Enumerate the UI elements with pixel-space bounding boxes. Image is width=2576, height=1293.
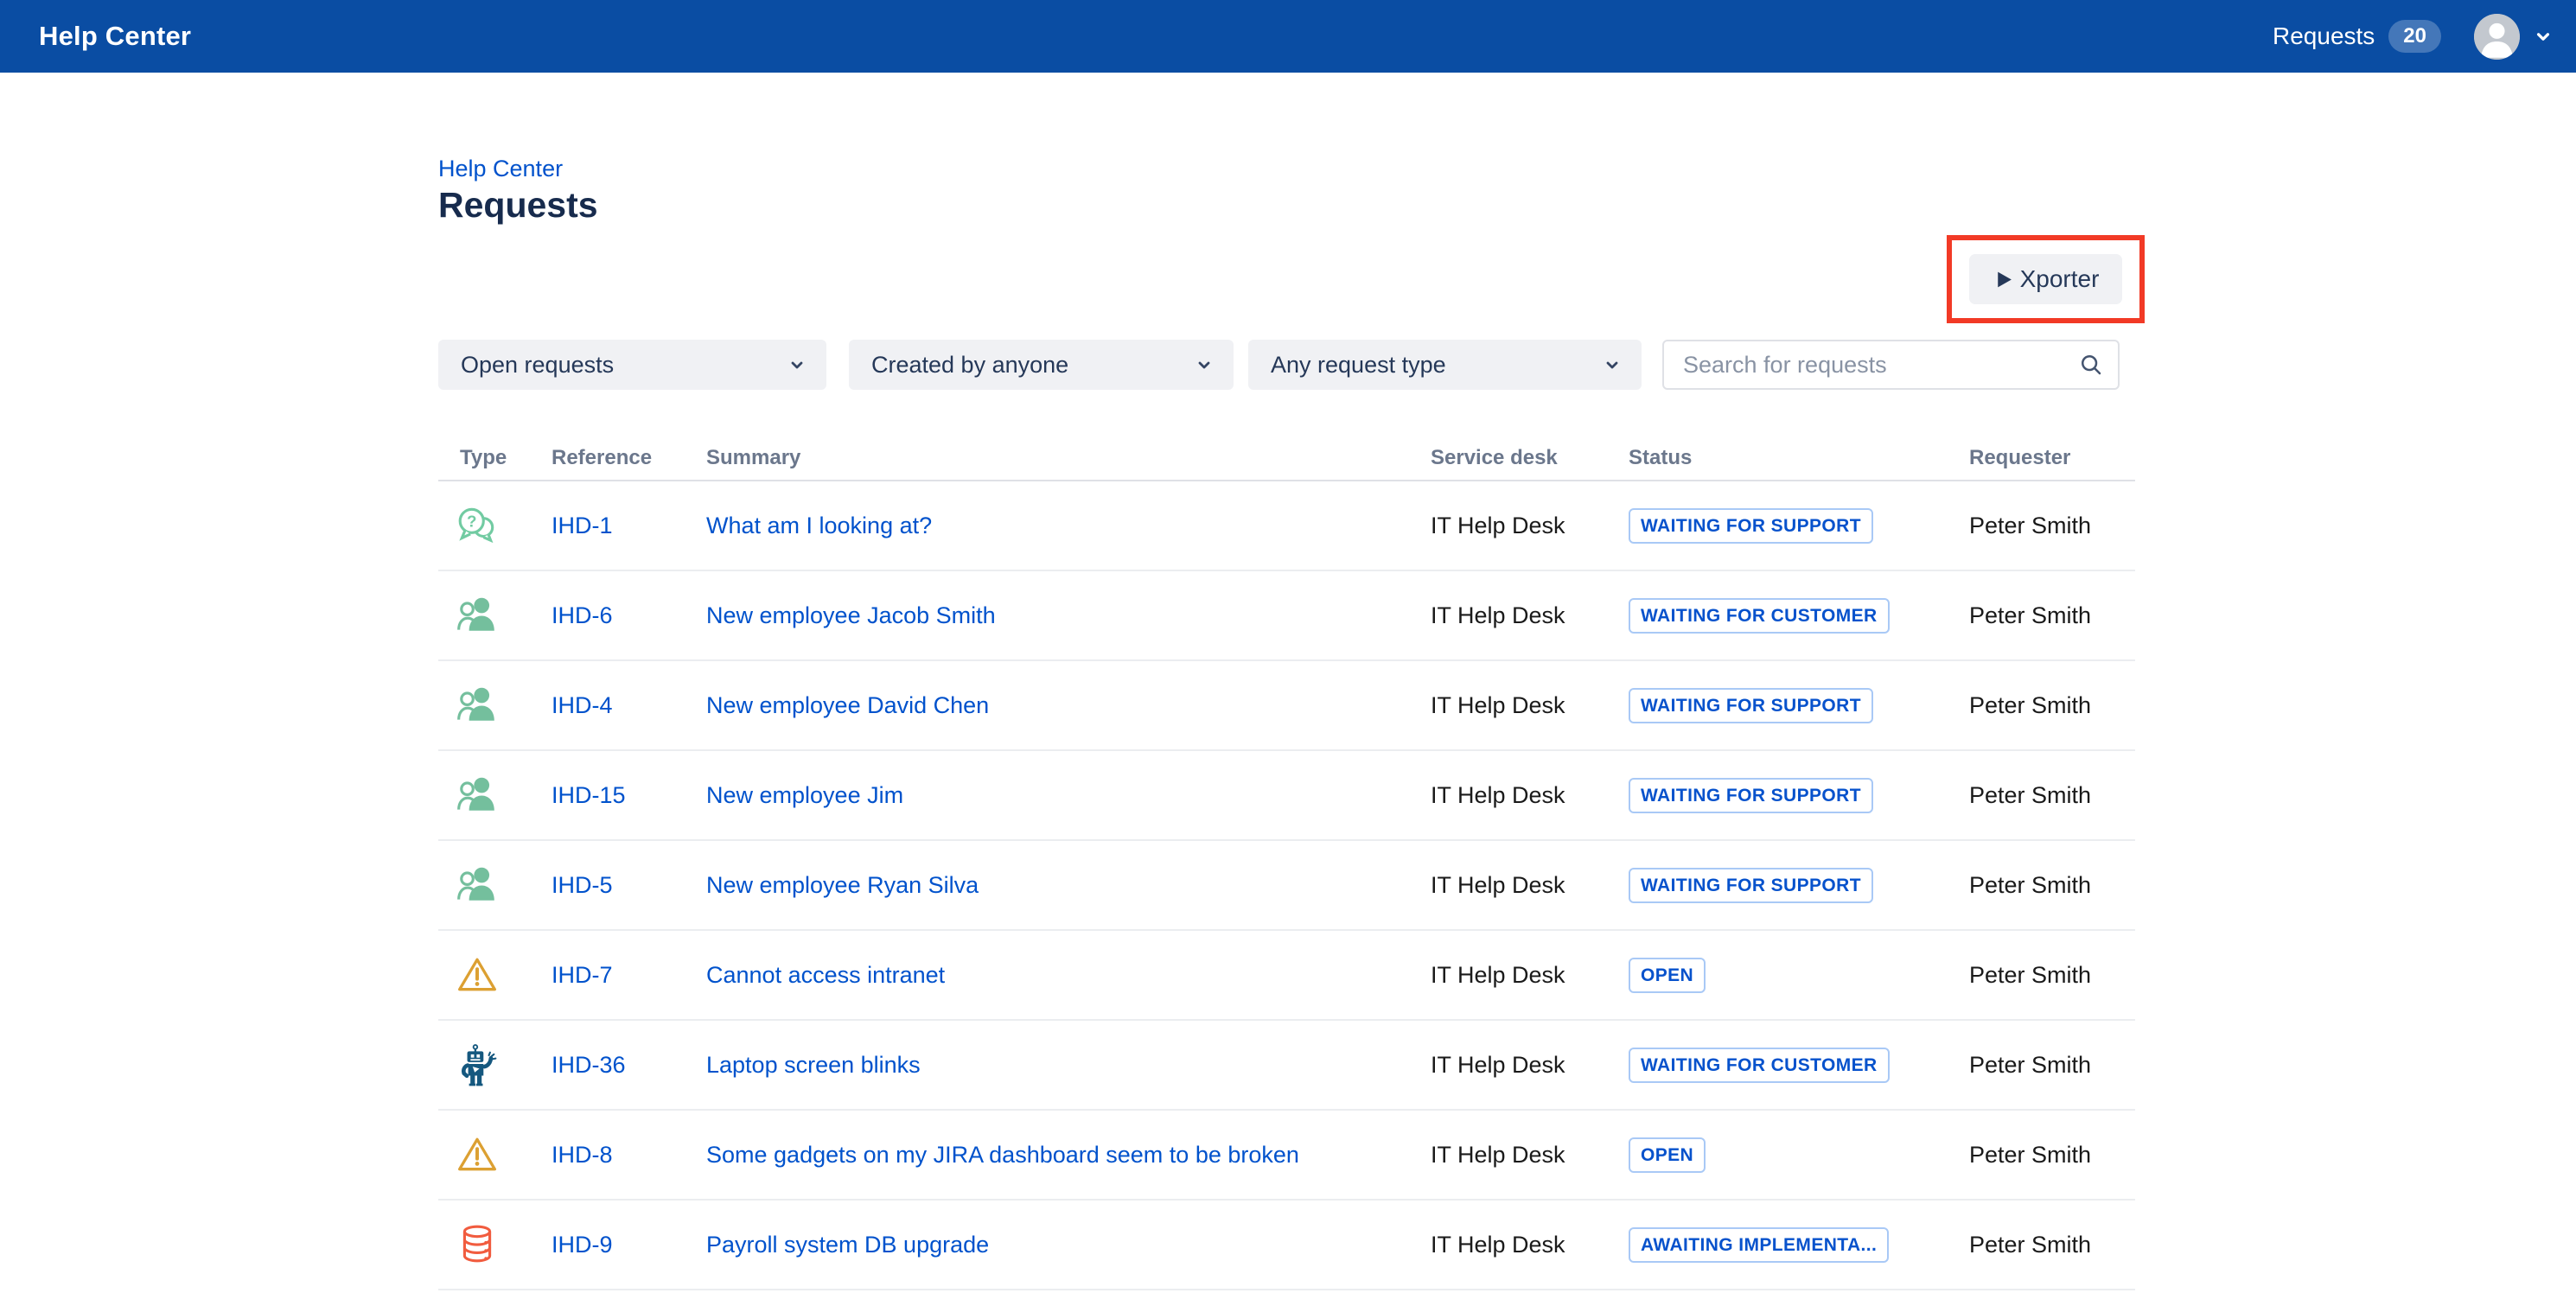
service-desk-cell: IT Help Desk <box>1431 1142 1629 1169</box>
chevron-down-icon <box>1194 354 1215 375</box>
request-row: IHD-7 Cannot access intranet IT Help Des… <box>438 931 2135 1021</box>
request-reference-link[interactable]: IHD-36 <box>552 1052 626 1078</box>
request-summary-link[interactable]: Some gadgets on my JIRA dashboard seem t… <box>706 1142 1299 1168</box>
request-status-filter-dropdown[interactable]: Open requests <box>438 340 826 390</box>
chevron-down-icon <box>1602 354 1623 375</box>
request-reference-link[interactable]: IHD-6 <box>552 602 613 628</box>
robot-icon <box>456 1043 499 1086</box>
status-badge: OPEN <box>1629 958 1706 993</box>
request-row: IHD-6 New employee Jacob Smith IT Help D… <box>438 571 2135 661</box>
service-desk-cell: IT Help Desk <box>1431 1232 1629 1258</box>
requests-nav-link[interactable]: Requests 20 <box>2273 20 2441 53</box>
requester-cell: Peter Smith <box>1969 513 2135 539</box>
request-type-filter-value: Any request type <box>1271 352 1446 379</box>
question-bubbles-icon: ? <box>456 504 499 547</box>
warning-triangle-icon <box>456 1133 499 1176</box>
requester-cell: Peter Smith <box>1969 782 2135 809</box>
service-desk-cell: IT Help Desk <box>1431 513 1629 539</box>
creator-filter-dropdown[interactable]: Created by anyone <box>849 340 1234 390</box>
svg-text:?: ? <box>467 513 476 531</box>
column-header-service-desk: Service desk <box>1431 446 1629 470</box>
request-row: IHD-9 Payroll system DB upgrade IT Help … <box>438 1201 2135 1290</box>
request-summary-link[interactable]: Cannot access intranet <box>706 962 945 988</box>
request-row: IHD-8 Some gadgets on my JIRA dashboard … <box>438 1111 2135 1201</box>
column-header-reference: Reference <box>552 446 706 470</box>
requester-cell: Peter Smith <box>1969 962 2135 989</box>
requests-count-badge: 20 <box>2388 20 2441 53</box>
new-employee-icon <box>456 594 499 637</box>
request-summary-link[interactable]: Payroll system DB upgrade <box>706 1232 989 1258</box>
status-badge: WAITING FOR CUSTOMER <box>1629 1048 1890 1083</box>
new-employee-icon <box>456 863 499 907</box>
requester-cell: Peter Smith <box>1969 1142 2135 1169</box>
status-badge: WAITING FOR SUPPORT <box>1629 688 1873 723</box>
chevron-down-icon <box>2532 25 2554 48</box>
status-badge: AWAITING IMPLEMENTA... <box>1629 1227 1889 1263</box>
request-type-filter-dropdown[interactable]: Any request type <box>1248 340 1642 390</box>
request-summary-link[interactable]: New employee David Chen <box>706 692 989 718</box>
service-desk-cell: IT Help Desk <box>1431 962 1629 989</box>
request-row: IHD-4 New employee David Chen IT Help De… <box>438 661 2135 751</box>
request-reference-link[interactable]: IHD-8 <box>552 1142 613 1168</box>
request-summary-link[interactable]: New employee Jim <box>706 782 903 808</box>
top-bar: Help Center Requests 20 <box>0 0 2576 73</box>
requests-nav-label: Requests <box>2273 22 2375 50</box>
service-desk-cell: IT Help Desk <box>1431 692 1629 719</box>
requester-cell: Peter Smith <box>1969 1232 2135 1258</box>
status-badge: WAITING FOR SUPPORT <box>1629 508 1873 544</box>
request-status-filter-value: Open requests <box>461 352 614 379</box>
chevron-down-icon <box>787 354 807 375</box>
app-title: Help Center <box>39 21 191 52</box>
play-icon <box>1993 269 2014 290</box>
request-summary-link[interactable]: Laptop screen blinks <box>706 1052 921 1078</box>
new-employee-icon <box>456 774 499 817</box>
annotation-highlight-box: Xporter <box>1947 235 2145 323</box>
request-row: ? IHD-1 What am I looking at? IT Help De… <box>438 481 2135 571</box>
request-summary-link[interactable]: New employee Jacob Smith <box>706 602 996 628</box>
filter-bar: Open requests Created by anyone Any requ… <box>438 340 2120 390</box>
warning-triangle-icon <box>456 953 499 997</box>
request-reference-link[interactable]: IHD-1 <box>552 513 613 538</box>
requests-table: Type Reference Summary Service desk Stat… <box>438 436 2135 1290</box>
requester-cell: Peter Smith <box>1969 1052 2135 1079</box>
service-desk-cell: IT Help Desk <box>1431 782 1629 809</box>
request-reference-link[interactable]: IHD-15 <box>552 782 626 808</box>
search-input[interactable] <box>1681 351 2078 379</box>
request-reference-link[interactable]: IHD-4 <box>552 692 613 718</box>
status-badge: OPEN <box>1629 1137 1706 1173</box>
creator-filter-value: Created by anyone <box>871 352 1068 379</box>
request-row: IHD-5 New employee Ryan Silva IT Help De… <box>438 841 2135 931</box>
status-badge: WAITING FOR SUPPORT <box>1629 778 1873 813</box>
status-badge: WAITING FOR CUSTOMER <box>1629 598 1890 634</box>
requester-cell: Peter Smith <box>1969 692 2135 719</box>
request-row: IHD-36 Laptop screen blinks IT Help Desk… <box>438 1021 2135 1111</box>
request-summary-link[interactable]: What am I looking at? <box>706 513 932 538</box>
status-badge: WAITING FOR SUPPORT <box>1629 868 1873 903</box>
column-header-type: Type <box>438 446 552 470</box>
user-menu-button[interactable] <box>2474 14 2554 60</box>
xporter-button[interactable]: Xporter <box>1969 254 2122 304</box>
avatar <box>2474 14 2520 60</box>
request-summary-link[interactable]: New employee Ryan Silva <box>706 872 979 898</box>
request-reference-link[interactable]: IHD-7 <box>552 962 613 988</box>
column-header-summary: Summary <box>706 446 1431 470</box>
search-box <box>1662 340 2120 390</box>
page-title: Requests <box>438 185 598 226</box>
service-desk-cell: IT Help Desk <box>1431 872 1629 899</box>
request-reference-link[interactable]: IHD-5 <box>552 872 613 898</box>
magnifier-icon[interactable] <box>2078 352 2104 378</box>
service-desk-cell: IT Help Desk <box>1431 602 1629 629</box>
requester-cell: Peter Smith <box>1969 602 2135 629</box>
database-icon <box>456 1223 499 1266</box>
breadcrumb-help-center-link[interactable]: Help Center <box>438 156 563 182</box>
column-header-status: Status <box>1629 446 1969 470</box>
new-employee-icon <box>456 684 499 727</box>
service-desk-cell: IT Help Desk <box>1431 1052 1629 1079</box>
request-reference-link[interactable]: IHD-9 <box>552 1232 613 1258</box>
requester-cell: Peter Smith <box>1969 872 2135 899</box>
request-row: IHD-15 New employee Jim IT Help Desk WAI… <box>438 751 2135 841</box>
xporter-button-label: Xporter <box>2020 265 2100 293</box>
table-header-row: Type Reference Summary Service desk Stat… <box>438 436 2135 481</box>
column-header-requester: Requester <box>1969 446 2135 470</box>
